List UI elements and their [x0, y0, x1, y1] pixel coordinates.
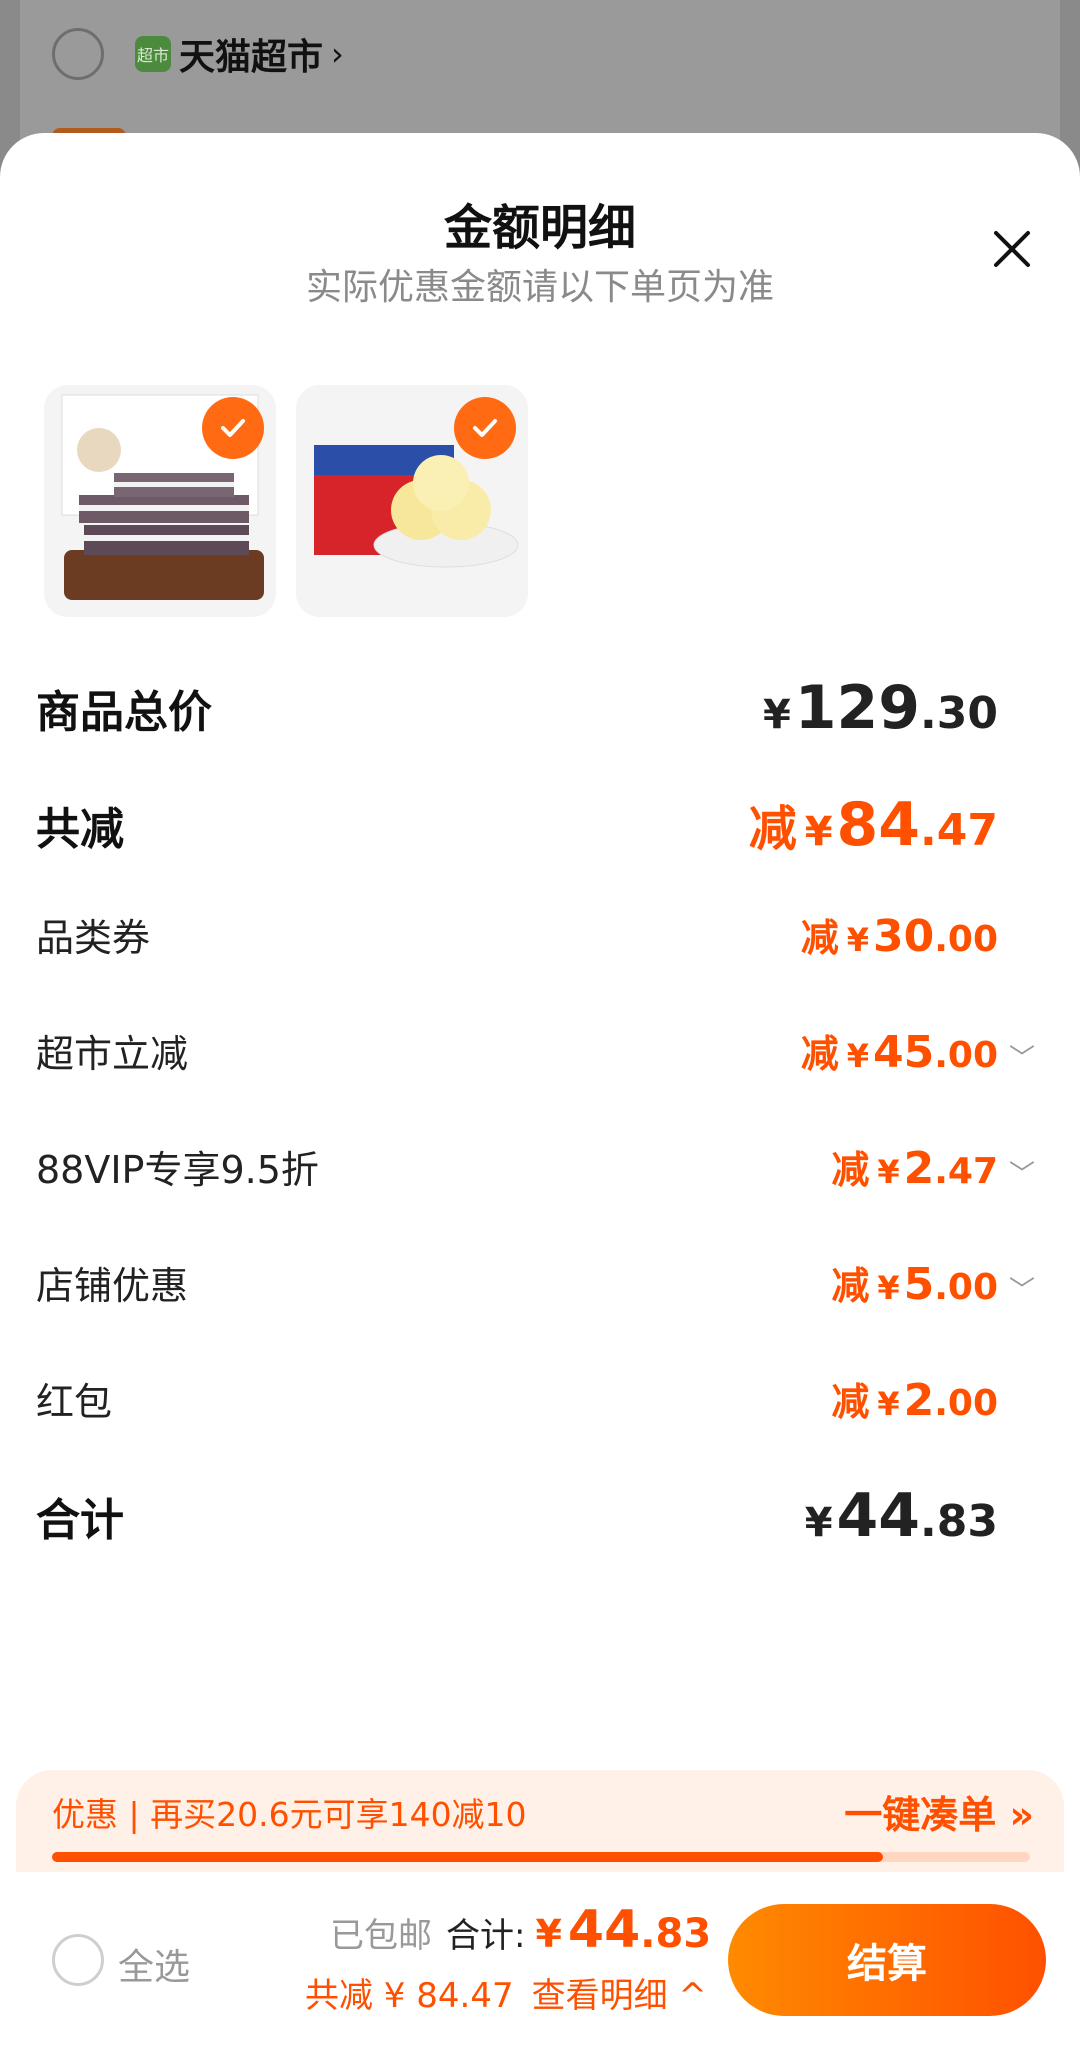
final-total-label: 合计: [36, 1495, 124, 1546]
amount-decimal: .00: [934, 1267, 998, 1308]
checkmark-icon[interactable]: [454, 397, 516, 459]
row-goods-total: 商品总价 ¥ 129 .30: [36, 673, 1036, 743]
bottom-total-label: 合计:: [446, 1916, 526, 1956]
product-thumbnail[interactable]: [296, 385, 528, 617]
amount-decimal: .00: [934, 1035, 998, 1076]
reduce-prefix: 减: [831, 1380, 870, 1424]
amount-decimal: .47: [934, 1151, 998, 1192]
total-reduce-label: 共减: [36, 803, 124, 855]
yen-symbol: ¥: [804, 1500, 833, 1546]
discount-amount: 减 ¥ 45 .00 ﹀: [801, 1023, 1036, 1078]
amount-integer: 30: [872, 911, 935, 962]
amount-integer: 84: [836, 790, 921, 860]
amount-integer: 44: [567, 1900, 641, 1960]
select-all-label[interactable]: 全选: [118, 1938, 190, 1990]
reduce-prefix: 减: [800, 1032, 839, 1076]
amount-decimal: .83: [920, 1496, 998, 1547]
row-discount[interactable]: 88VIP专享9.5折 减 ¥ 2 .47 ﹀: [36, 1139, 1036, 1194]
amount-decimal: .30: [920, 688, 998, 739]
amount-decimal: .47: [920, 805, 998, 856]
selected-products: [44, 385, 528, 617]
reduce-prefix: 减: [831, 1148, 870, 1192]
row-discount: 红包 减 ¥ 2 .00: [36, 1371, 1036, 1426]
yen-symbol: ¥: [877, 1385, 900, 1423]
reduce-prefix: 减: [748, 801, 797, 857]
discount-amount: 减 ¥ 30 .00: [801, 907, 1036, 962]
row-discount[interactable]: 店铺优惠 减 ¥ 5 .00 ﹀: [36, 1255, 1036, 1310]
reduce-prefix: 减: [831, 1264, 870, 1308]
discount-amount: 减 ¥ 5 .00 ﹀: [831, 1255, 1036, 1310]
amount-integer: 2: [903, 1375, 935, 1426]
discount-label: 品类券: [36, 916, 151, 960]
amount-integer: 129: [794, 673, 921, 743]
discount-amount: 减 ¥ 2 .47 ﹀: [831, 1139, 1036, 1194]
chevron-down-icon[interactable]: ﹀: [1008, 1270, 1036, 1307]
goods-total-label: 商品总价: [36, 687, 212, 738]
amount-integer: 44: [836, 1481, 921, 1551]
amount-decimal: .00: [934, 1383, 998, 1424]
row-discount: 品类券 减 ¥ 30 .00: [36, 907, 1036, 962]
bottom-reduce-text: 共减 ¥ 84.47: [305, 1976, 514, 2016]
product-thumbnail[interactable]: [44, 385, 276, 617]
store-header: 超市 天猫超市 ›: [135, 28, 344, 80]
yen-symbol: ¥: [877, 1269, 900, 1307]
yen-symbol: ¥: [877, 1153, 900, 1191]
shipping-label: 已包邮: [330, 1916, 432, 1956]
reduce-prefix: 减: [800, 916, 839, 960]
final-total-amount: ¥ 44 .83: [805, 1481, 1036, 1551]
amount-decimal: .00: [934, 919, 998, 960]
row-discount[interactable]: 超市立减 减 ¥ 45 .00 ﹀: [36, 1023, 1036, 1078]
amount-integer: 5: [903, 1259, 935, 1310]
promo-progress-fill: [52, 1852, 884, 1862]
discount-label: 店铺优惠: [36, 1264, 189, 1308]
store-select-radio: [52, 28, 104, 80]
chevron-right-icon: ›: [331, 35, 344, 73]
store-name: 天猫超市: [179, 37, 324, 78]
supermarket-logo-icon: 超市: [135, 36, 171, 72]
amount-integer: 45: [872, 1027, 935, 1078]
checkout-button[interactable]: 结算: [728, 1904, 1046, 2016]
yen-symbol: ¥: [762, 692, 791, 738]
discount-label: 红包: [36, 1380, 113, 1424]
chevron-down-icon[interactable]: ﹀: [1008, 1154, 1036, 1191]
bottom-reduce: 共减 ¥ 84.47 查看明细 ^: [305, 1968, 707, 2017]
amount-decimal: .83: [640, 1911, 712, 1957]
total-reduce-amount: 减 ¥ 84 .47: [749, 789, 1036, 860]
checkout-bar: 全选 已包邮 合计: ¥ 44 .83 共减 ¥ 84.47 查看明细 ^ 结算: [0, 1872, 1080, 2053]
row-final-total: 合计 ¥ 44 .83: [36, 1481, 1036, 1551]
yen-symbol: ¥: [804, 809, 833, 855]
yen-symbol: ¥: [846, 921, 869, 959]
yen-symbol: ¥: [535, 1912, 562, 1956]
bottom-total: 已包邮 合计: ¥ 44 .83: [330, 1900, 711, 1960]
sheet-subtitle: 实际优惠金额请以下单页为准: [305, 267, 774, 308]
row-total-reduce: 共减 减 ¥ 84 .47: [36, 789, 1036, 860]
promo-progress-track: [52, 1852, 1030, 1862]
promo-text: 优惠 | 再买20.6元可享140减10: [52, 1795, 527, 1834]
amount-detail-sheet: 金额明细 实际优惠金额请以下单页为准 商品总价 ¥ 129 .30 共减 减 ¥…: [0, 133, 1080, 2053]
amount-integer: 2: [903, 1143, 935, 1194]
sheet-title: 金额明细: [443, 200, 636, 256]
discount-label: 88VIP专享9.5折: [36, 1148, 319, 1192]
close-icon[interactable]: [986, 223, 1038, 275]
discount-amount: 减 ¥ 2 .00: [831, 1371, 1036, 1426]
select-all-radio[interactable]: [52, 1934, 104, 1986]
goods-total-amount: ¥ 129 .30: [763, 673, 1036, 743]
add-on-link[interactable]: 一键凑单 »: [844, 1784, 1034, 1839]
yen-symbol: ¥: [846, 1037, 869, 1075]
discount-label: 超市立减: [36, 1032, 189, 1076]
view-detail-link[interactable]: 查看明细 ^: [532, 1968, 707, 2017]
chevron-down-icon[interactable]: ﹀: [1008, 1038, 1036, 1075]
checkmark-icon[interactable]: [202, 397, 264, 459]
